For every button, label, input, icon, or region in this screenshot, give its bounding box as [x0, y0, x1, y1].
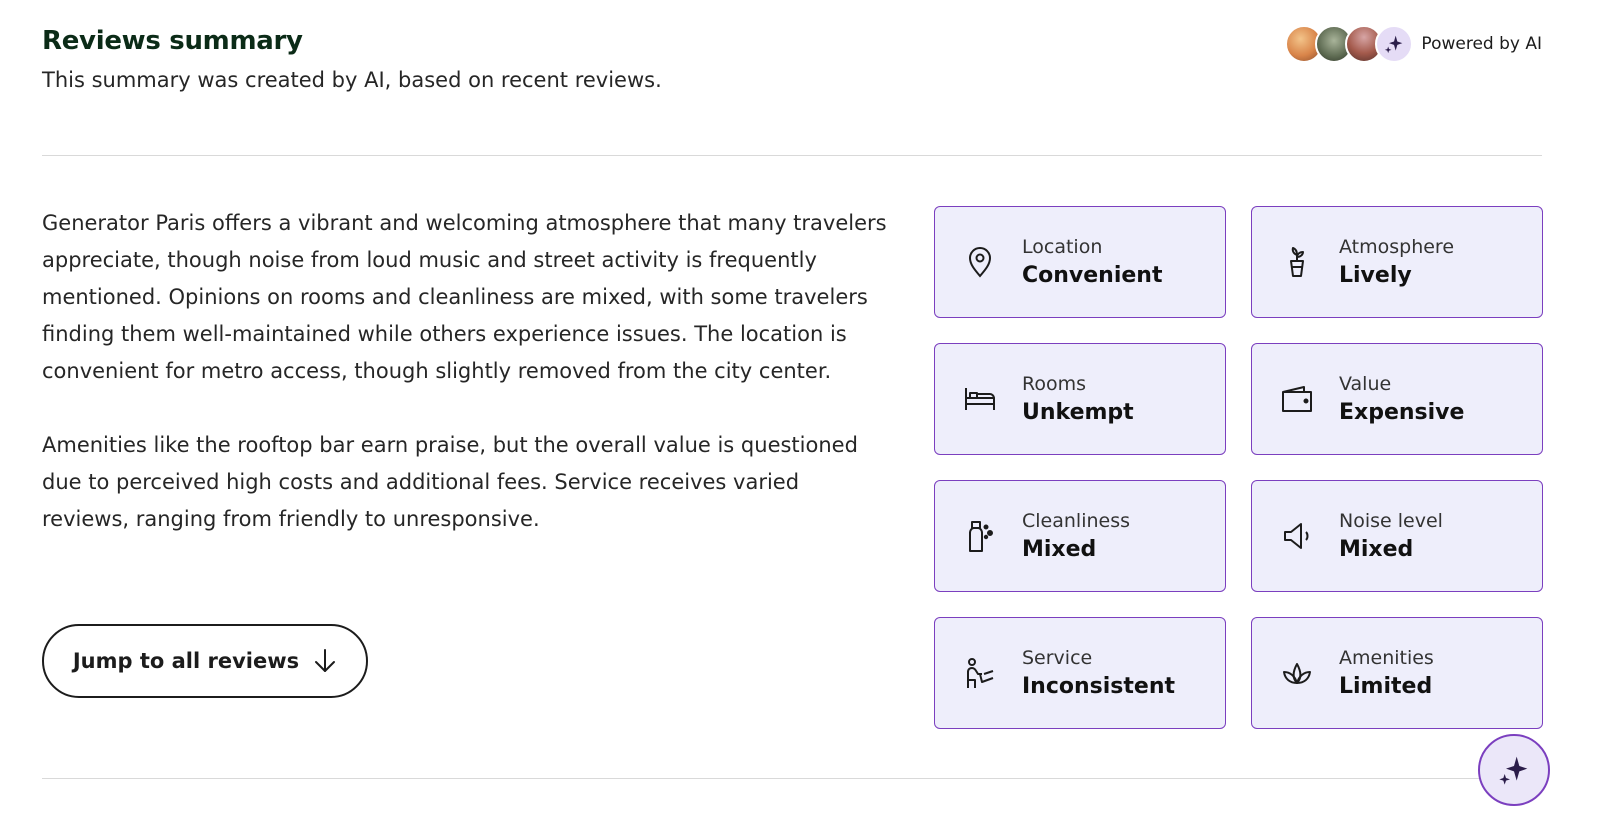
- sparkle-icon: [1375, 25, 1414, 63]
- aspect-card-service[interactable]: Service Inconsistent: [934, 617, 1226, 729]
- aspect-card-amenities[interactable]: Amenities Limited: [1251, 617, 1543, 729]
- aspect-card-cleanliness[interactable]: Cleanliness Mixed: [934, 480, 1226, 592]
- aspect-label: Service: [1022, 647, 1093, 669]
- jump-button-label: Jump to all reviews: [72, 649, 300, 673]
- summary-paragraph: Generator Paris offers a vibrant and wel…: [42, 211, 887, 383]
- ai-assistant-button[interactable]: [1478, 734, 1550, 806]
- reviews-summary-header: Reviews summary This summary was created…: [42, 26, 662, 92]
- divider: [42, 155, 1542, 156]
- aspect-card-noise-level[interactable]: Noise level Mixed: [1251, 480, 1543, 592]
- powered-by-label: Powered by AI: [1421, 34, 1542, 54]
- aspect-card-rooms[interactable]: Rooms Unkempt: [934, 343, 1226, 455]
- location-pin-icon: [963, 245, 997, 279]
- aspect-card-location[interactable]: Location Convenient: [934, 206, 1226, 318]
- sparkle-icon: [1499, 756, 1528, 785]
- wallet-icon: [1280, 382, 1314, 416]
- aspect-label: Atmosphere: [1339, 236, 1455, 258]
- aspect-label: Location: [1022, 236, 1103, 258]
- avatar-stack: [1285, 25, 1414, 63]
- aspect-label: Cleanliness: [1022, 510, 1131, 532]
- aspect-label: Value: [1339, 373, 1392, 395]
- aspect-card-value[interactable]: Value Expensive: [1251, 343, 1543, 455]
- aspect-value: Mixed: [1022, 537, 1097, 562]
- page-subtitle: This summary was created by AI, based on…: [42, 68, 662, 92]
- summary-paragraph: Amenities like the rooftop bar earn prai…: [42, 433, 858, 531]
- page-title: Reviews summary: [42, 26, 303, 56]
- jump-to-reviews-button[interactable]: Jump to all reviews: [42, 624, 368, 698]
- aspect-value: Convenient: [1022, 263, 1163, 288]
- spray-bottle-icon: [963, 519, 997, 553]
- aspect-label: Amenities: [1339, 647, 1434, 669]
- divider: [42, 778, 1542, 779]
- aspect-value: Limited: [1339, 674, 1433, 699]
- aspect-value: Mixed: [1339, 537, 1414, 562]
- aspect-value: Lively: [1339, 263, 1412, 288]
- arrow-down-icon: [315, 649, 336, 672]
- aspect-label: Rooms: [1022, 373, 1087, 395]
- aspect-value: Unkempt: [1022, 400, 1134, 425]
- summary-text: Generator Paris offers a vibrant and wel…: [42, 205, 892, 538]
- plant-pot-icon: [1280, 245, 1314, 279]
- aspect-value: Expensive: [1339, 400, 1465, 425]
- speaker-icon: [1280, 519, 1314, 553]
- concierge-icon: [963, 656, 997, 690]
- aspect-value: Inconsistent: [1022, 674, 1176, 699]
- aspect-card-atmosphere[interactable]: Atmosphere Lively: [1251, 206, 1543, 318]
- lotus-icon: [1280, 656, 1314, 690]
- bed-icon: [963, 382, 997, 416]
- powered-by-ai: Powered by AI: [1285, 25, 1542, 63]
- review-aspects-grid: Location Convenient Atmosphere Lively Ro…: [934, 206, 1543, 729]
- aspect-label: Noise level: [1339, 510, 1443, 532]
